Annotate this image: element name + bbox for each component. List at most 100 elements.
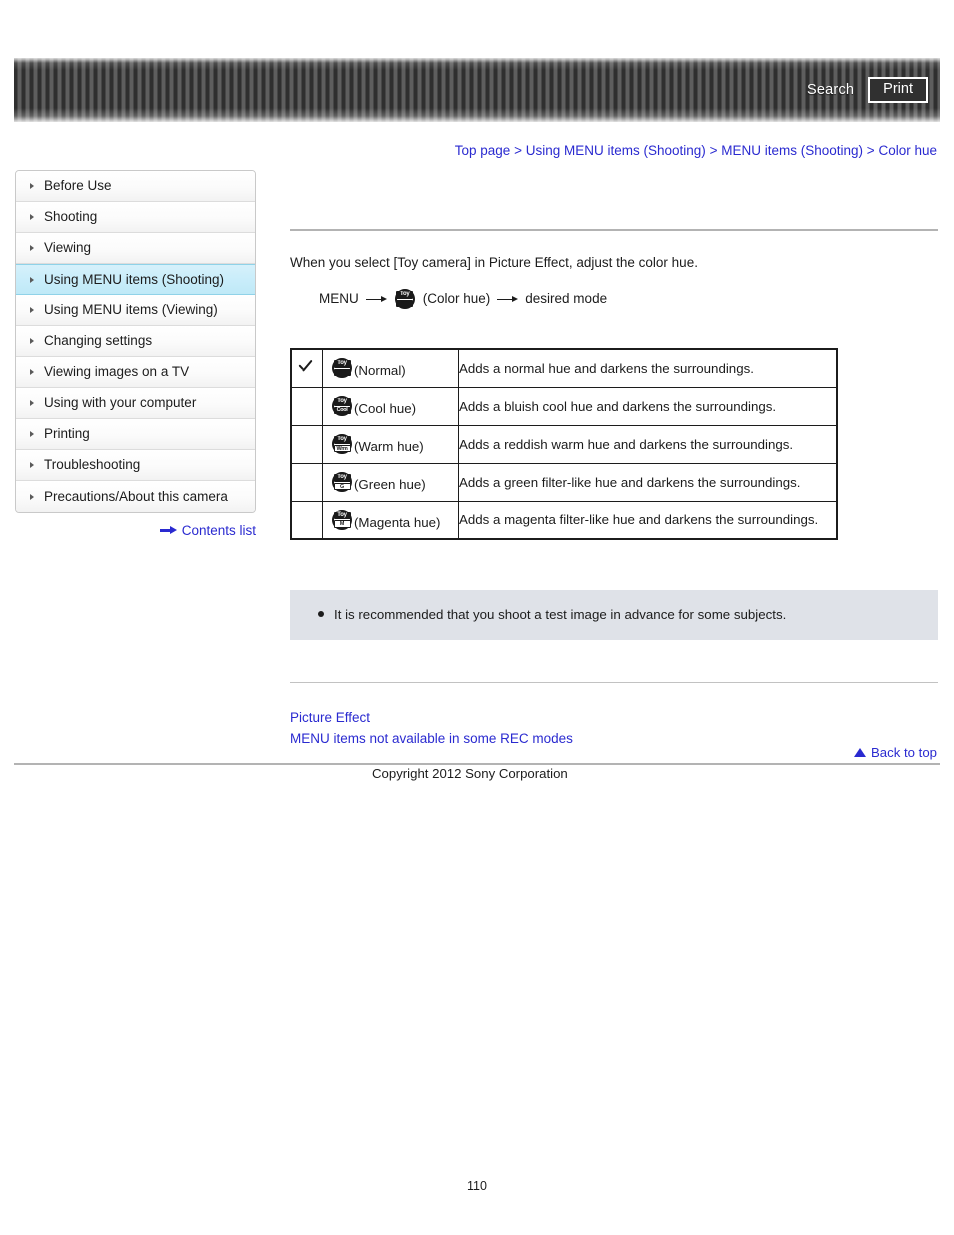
mode-name: (Magenta hue) [354,514,441,530]
icon-plate: Toy Wrm [333,436,351,453]
sidebar-item-viewing-images-on-a-tv[interactable]: Viewing images on a TV [16,357,255,388]
sidebar-item-using-menu-items-shooting[interactable]: Using MENU items (Shooting) [16,264,255,295]
sidebar-item-using-with-your-computer[interactable]: Using with your computer [16,388,255,419]
color-hue-caption: (Color hue) [422,291,491,307]
content-bottom-divider [290,682,938,684]
related-link-menu-items-not-available[interactable]: MENU items not available in some REC mod… [290,728,573,749]
chevron-right-icon [30,276,34,283]
related-links: Picture Effect MENU items not available … [290,707,938,749]
sidebar-item-changing-settings[interactable]: Changing settings [16,326,255,357]
back-to-top-label: Back to top [871,745,937,760]
chevron-right-icon [30,493,34,500]
header-actions: Search Print [807,58,928,122]
chevron-right-icon [30,183,34,189]
breadcrumb-item-top-page[interactable]: Top page [455,143,511,158]
search-link[interactable]: Search [807,82,854,98]
sidebar-item-label: Printing [44,426,90,442]
table-row: Toy Cool (Cool hue) Adds a bluish cool h… [290,386,838,426]
contents-list-link[interactable]: Contents list [159,523,256,538]
print-button[interactable]: Print [868,76,928,104]
chevron-right-icon [30,307,34,313]
sidebar-item-using-menu-items-viewing[interactable]: Using MENU items (Viewing) [16,295,255,326]
site-header: Search Print [14,58,940,122]
checkmark-icon [298,359,317,374]
icon-bottom-label: M [333,520,351,528]
breadcrumb-separator: > [514,143,522,158]
chevron-right-icon [30,245,34,251]
intro-paragraph: When you select [Toy camera] in Picture … [290,255,698,270]
mode-cell-inner: Toy Wrm (Warm hue) [323,428,458,460]
sidebar-item-label: Changing settings [44,333,153,349]
mode-description: Adds a magenta filter-like hue and darke… [458,500,838,540]
mode-description: Adds a green filter-like hue and darkens… [458,462,838,502]
toy-camera-color-hue-icon: Toy Nml [394,288,416,310]
sidebar-item-label: Troubleshooting [44,457,141,473]
mode-description: Adds a bluish cool hue and darkens the s… [458,386,838,426]
breadcrumb-item-menu-items-shooting[interactable]: MENU items (Shooting) [721,143,863,158]
icon-bottom-label: Wrm [333,444,351,453]
desired-mode-label: desired mode [525,291,608,307]
note-item: It is recommended that you shoot a test … [290,606,938,624]
breadcrumb-separator: > [709,143,718,158]
sidebar-item-shooting[interactable]: Shooting [16,202,255,233]
icon-plate: Toy Cool [333,398,351,415]
mode-name: (Cool hue) [354,401,417,417]
chevron-right-icon [30,462,34,468]
selected-indicator-cell [290,424,323,464]
copyright-text: Copyright 2012 Sony Corporation [372,766,568,781]
breadcrumb: Top page > Using MENU items (Shooting) >… [455,143,937,158]
icon-plate: Toy M [333,511,351,528]
icon-plate: Toy G [333,474,351,491]
chevron-right-icon [30,431,34,437]
sidebar-navigation: Before Use Shooting Viewing Using MENU i… [15,170,256,513]
arrow-right-icon [497,295,519,304]
mode-cell-inner: Toy G (Green hue) [323,466,458,498]
mode-name: (Green hue) [354,477,426,493]
sidebar-item-viewing[interactable]: Viewing [16,233,255,264]
contents-list-link-wrapper: Contents list [15,523,256,538]
triangle-up-icon [854,748,867,757]
mode-cell: Toy Nml (Normal) [322,348,459,388]
sidebar-item-label: Using with your computer [44,395,197,411]
icon-top-label: Toy [333,360,351,368]
mode-cell: Toy M (Magenta hue) [322,500,459,540]
sidebar-item-precautions-about-this-camera[interactable]: Precautions/About this camera [16,481,255,512]
footer-divider [14,763,940,765]
breadcrumb-item-using-menu-items-shooting[interactable]: Using MENU items (Shooting) [526,143,706,158]
icon-bottom-label: Nml [396,299,414,308]
breadcrumb-separator: > [866,143,875,158]
arrow-right-icon [365,295,387,304]
sidebar-item-printing[interactable]: Printing [16,419,255,450]
sidebar-item-label: Viewing [44,240,92,256]
mode-cell: Toy G (Green hue) [322,462,459,502]
icon-top-label: Toy [333,436,351,444]
menu-path: MENU Toy Nml (Color hue) desired mode [319,288,938,310]
arrow-right-icon [159,526,177,535]
sidebar-item-troubleshooting[interactable]: Troubleshooting [16,450,255,481]
back-to-top-link[interactable]: Back to top [854,745,937,760]
sidebar-item-label: Using MENU items (Viewing) [44,302,218,318]
contents-list-label: Contents list [181,523,256,538]
menu-label: MENU [319,291,359,307]
sidebar-item-label: Before Use [44,178,112,194]
icon-top-label: Toy [333,398,351,406]
content-top-divider [290,229,938,231]
mode-description: Adds a normal hue and darkens the surrou… [458,348,838,388]
note-box: It is recommended that you shoot a test … [290,590,938,641]
table-row: Toy Nml (Normal) Adds a normal hue and d… [290,348,838,388]
related-link-picture-effect[interactable]: Picture Effect [290,707,370,728]
mode-cell: Toy Wrm (Warm hue) [322,424,459,464]
toy-camera-green-icon: Toy G [331,471,353,493]
icon-plate: Toy Nml [396,291,414,308]
page-number: 110 [467,1179,487,1193]
sidebar-item-before-use[interactable]: Before Use [16,171,255,202]
chevron-right-icon [30,400,34,406]
icon-bottom-label: G [333,482,351,491]
table-row: Toy M (Magenta hue) Adds a magenta filte… [290,500,838,540]
table-row: Toy Wrm (Warm hue) Adds a reddish warm h… [290,424,838,464]
selected-indicator-cell [290,386,323,426]
icon-top-label: Toy [333,474,351,482]
toy-camera-warm-icon: Toy Wrm [331,433,353,455]
mode-cell-inner: Toy M (Magenta hue) [323,504,458,536]
toy-camera-normal-icon: Toy Nml [331,357,353,379]
